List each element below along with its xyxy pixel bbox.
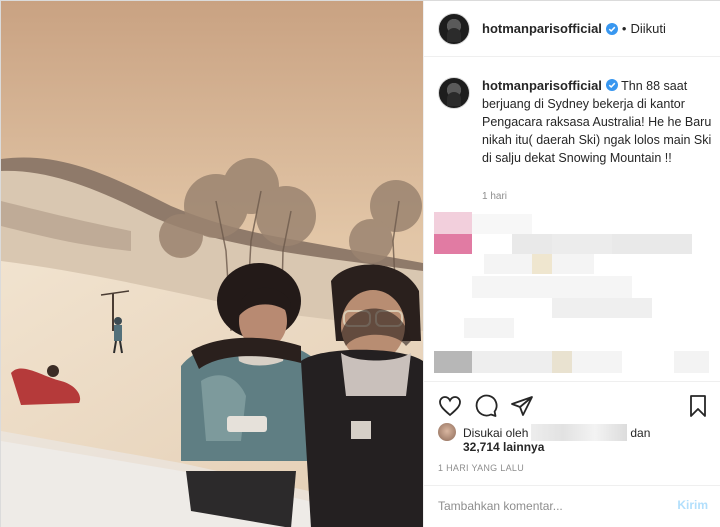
heart-icon[interactable] xyxy=(438,394,462,418)
header-separator: • xyxy=(621,21,627,36)
caption-username[interactable]: hotmanparisofficial xyxy=(482,78,602,93)
add-comment-bar: Kirim xyxy=(424,485,720,527)
blurred-liker-name[interactable] xyxy=(531,424,628,441)
caption-body: hotmanparisofficial Thn 88 saat berjuang… xyxy=(482,77,712,167)
caption-verified-badge-icon xyxy=(605,79,618,91)
caption-time: 1 hari xyxy=(482,191,508,202)
instagram-post-window: hotmanparisofficial • Diikuti hotmanpari… xyxy=(0,0,720,527)
likes-count[interactable]: 32,714 lainnya xyxy=(463,440,544,454)
post-caption: hotmanparisofficial Thn 88 saat berjuang… xyxy=(438,77,714,167)
likes-summary: Disukai oleh dan 32,714 lainnya xyxy=(438,421,714,459)
bookmark-icon[interactable] xyxy=(686,394,710,418)
post-photo[interactable] xyxy=(1,1,423,527)
follow-status-button[interactable]: Diikuti xyxy=(630,21,665,36)
liked-by-conjunction: dan xyxy=(630,426,651,440)
post-comment-button[interactable]: Kirim xyxy=(677,498,708,512)
blurred-comments xyxy=(424,206,720,381)
verified-badge-icon xyxy=(605,22,618,35)
liked-by-line: Disukai oleh dan xyxy=(463,424,650,441)
author-username[interactable]: hotmanparisofficial xyxy=(482,21,602,36)
post-details-panel: hotmanparisofficial • Diikuti hotmanpari… xyxy=(423,1,720,527)
post-timestamp[interactable]: 1 HARI YANG LALU xyxy=(438,463,524,473)
comment-input[interactable] xyxy=(438,499,658,513)
author-avatar[interactable] xyxy=(438,12,470,45)
liker-avatar[interactable] xyxy=(438,423,456,441)
paper-plane-icon[interactable] xyxy=(510,394,534,418)
caption-author-avatar[interactable] xyxy=(438,77,470,109)
vintage-ski-photo xyxy=(1,1,423,527)
post-header: hotmanparisofficial • Diikuti xyxy=(424,1,720,57)
comment-icon[interactable] xyxy=(474,394,498,418)
liked-by-prefix: Disukai oleh xyxy=(463,426,529,440)
